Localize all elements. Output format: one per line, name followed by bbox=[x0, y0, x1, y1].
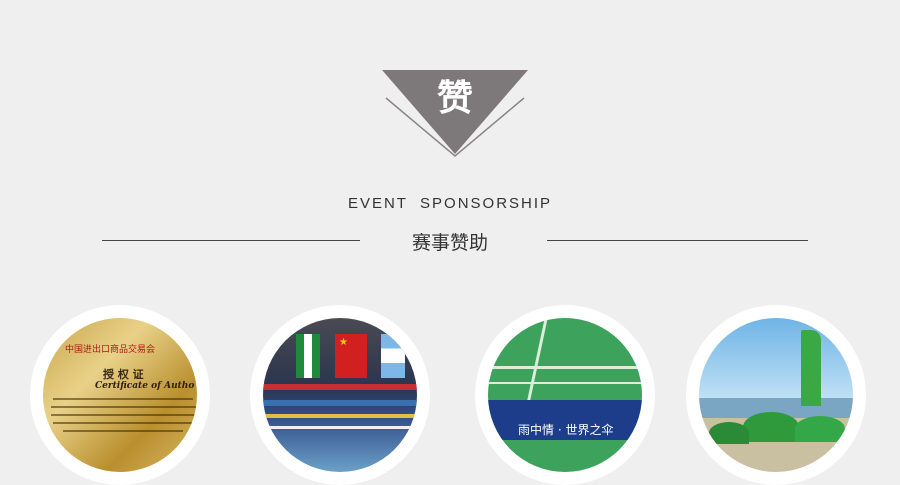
badminton-court-image: 雨中情 · 世界之伞 bbox=[488, 318, 642, 472]
umbrella-icon bbox=[795, 416, 845, 442]
beach-image bbox=[699, 318, 853, 472]
divider-right bbox=[547, 240, 808, 241]
thumbnail-badminton-court[interactable]: 雨中情 · 世界之伞 bbox=[475, 305, 655, 485]
certificate-heading: 中国进出口商品交易会 bbox=[65, 345, 156, 355]
thumbnail-stadium[interactable]: ★ bbox=[250, 305, 430, 485]
flag-blue-white-icon bbox=[381, 334, 405, 378]
umbrella-icon bbox=[743, 412, 799, 442]
flag-china-icon: ★ bbox=[335, 334, 367, 378]
court-banner-text: 雨中情 · 世界之伞 bbox=[518, 423, 614, 437]
umbrella-icon bbox=[709, 422, 749, 444]
section-emblem: 赞 bbox=[380, 68, 530, 160]
certificate-title-en: Certificate of Autho bbox=[95, 381, 195, 391]
emblem-character: 赞 bbox=[436, 77, 473, 119]
green-flag-icon bbox=[801, 330, 821, 406]
stadium-image: ★ bbox=[263, 318, 417, 472]
flag-green-white-icon bbox=[296, 334, 320, 378]
thumbnail-certificate[interactable]: 中国进出口商品交易会 授 权 证 Certificate of Autho bbox=[30, 305, 210, 485]
certificate-title-cn: 授 权 证 bbox=[103, 368, 144, 381]
certificate-image: 中国进出口商品交易会 授 权 证 Certificate of Autho bbox=[43, 318, 197, 472]
thumbnail-beach[interactable] bbox=[686, 305, 866, 485]
section-title-cn: 赛事赞助 bbox=[411, 232, 488, 254]
section-title-en: EVENT SPONSORSHIP bbox=[347, 195, 553, 212]
